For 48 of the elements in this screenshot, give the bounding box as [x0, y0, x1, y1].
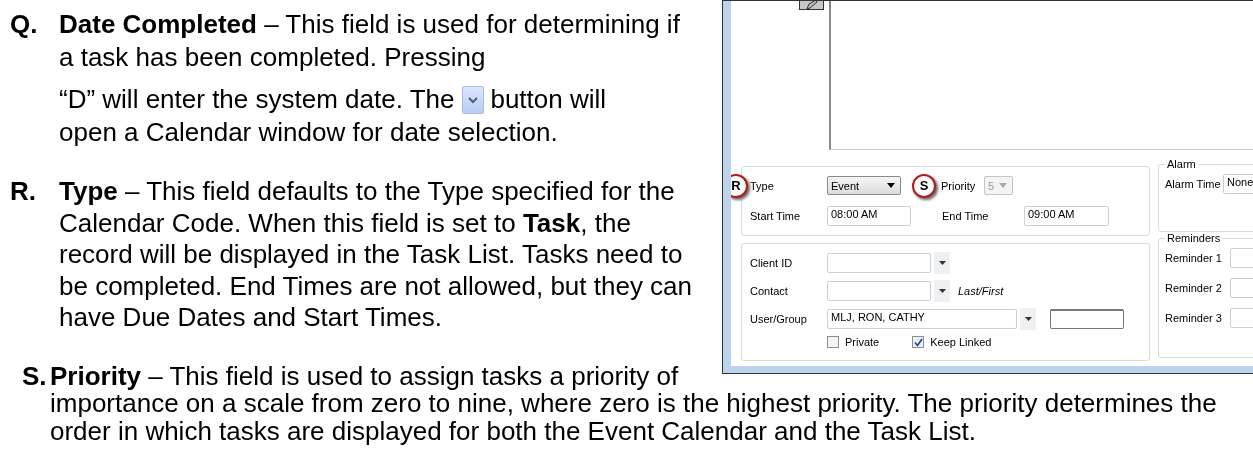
edit-button[interactable] [799, 0, 824, 10]
dropdown-arrow-icon [1024, 317, 1032, 321]
description-text: Priority – This field is used to assign tasks a priority of importance on a scale from zero to nine, where zero is the highest priority. The priority determines the order in which tasks are displayed for both the Event Calendar and the Task List. [50, 360, 1217, 446]
checkbox[interactable] [912, 336, 925, 348]
dropdown-arrow-icon [938, 261, 946, 265]
dropdown-button[interactable] [934, 252, 950, 274]
callout-badge: R [731, 173, 748, 198]
priority-label: Priority [941, 179, 977, 192]
end-time-label: End Time [942, 209, 990, 222]
dropdown-button[interactable] [1020, 308, 1036, 330]
input-field[interactable] [1050, 309, 1124, 329]
start-time-label: Start Time [750, 209, 802, 222]
description-text: Date Completed – This field is used for determining if a task has been completed. Pressing [59, 8, 681, 74]
description-text: Type – This field defaults to the Type specified for the Calendar Code. When this field is set to Task, the record will be displayed in the Task List. Tasks need to be completed. End Times are not allowed, but they can have Due Dates and Start Times. [59, 176, 693, 332]
end-time-field[interactable]: 09:00 AM [1024, 205, 1109, 226]
item-letter: R. [10, 176, 37, 208]
item-letter: Q. [10, 8, 39, 41]
user-group-field[interactable]: MLJ, RON, CATHY [827, 309, 1017, 329]
reminder-label: Reminder 1 [1165, 252, 1223, 264]
dropdown-arrow-icon [938, 289, 946, 293]
dropdown-button-icon [462, 85, 485, 114]
group-title: Alarm [1166, 158, 1197, 170]
dropdown-arrow-icon [887, 183, 895, 189]
checkbox-label: Private [845, 336, 880, 348]
name-format-hint: Last/First [958, 285, 1004, 297]
dropdown-arrow-icon [999, 183, 1007, 189]
alarm-time-label: Alarm Time [1165, 178, 1222, 190]
checkbox[interactable] [827, 336, 839, 348]
user-group-label: User/Group [750, 313, 808, 325]
checkbox-label: Keep Linked [930, 336, 992, 348]
client-id-field[interactable] [827, 253, 931, 273]
group-title: Reminders [1166, 232, 1222, 244]
description-text: button will [490, 83, 607, 116]
dropdown-button[interactable] [934, 280, 950, 302]
contact-field[interactable] [827, 281, 931, 301]
reminder-label: Reminder 2 [1165, 282, 1223, 294]
pencil-icon [804, 0, 819, 10]
client-id-label: Client ID [750, 257, 794, 269]
item-letter: S. [22, 362, 48, 390]
type-label: Type [750, 179, 775, 192]
type-dropdown[interactable]: Event [827, 176, 901, 196]
start-time-field[interactable]: 08:00 AM [827, 205, 911, 226]
alarm-time-field[interactable]: None [1223, 174, 1253, 194]
description-text: “D” will enter the system date. The [59, 83, 455, 116]
reminder-label: Reminder 3 [1165, 312, 1223, 324]
contact-label: Contact [750, 285, 789, 297]
callout-badge: S [912, 173, 936, 198]
description-text: open a Calendar window for date selection. [59, 116, 559, 149]
